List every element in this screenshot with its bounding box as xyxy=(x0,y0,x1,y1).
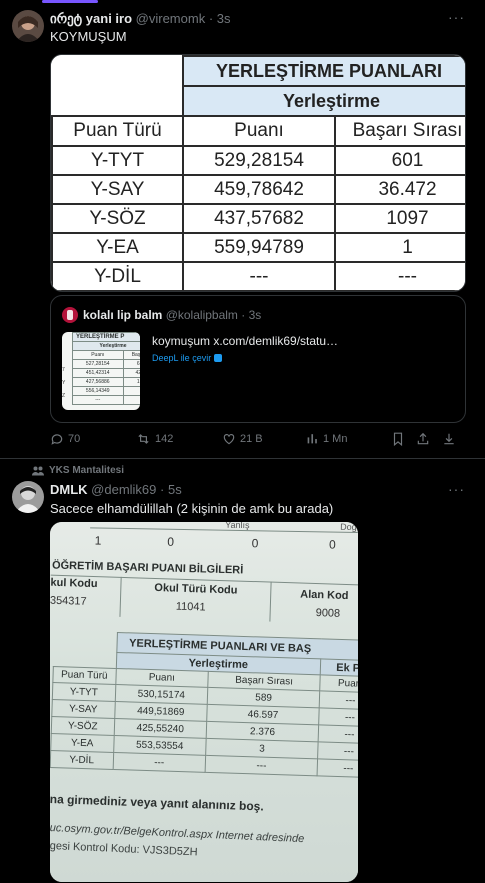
tweet-1[interactable]: ირეტ yani iro @viremomk · 3s ··· KOYMUŞU… xyxy=(0,0,485,458)
table-row: Y-DİL --- --- xyxy=(51,261,465,291)
analytics-icon xyxy=(307,434,317,444)
download-icon xyxy=(444,433,454,445)
photo-score-table: YERLEŞTİRME PUANLARI VE BAŞ Yerleştirme … xyxy=(50,630,358,778)
table-header-sub: Yerleştirme xyxy=(182,85,465,117)
timestamp[interactable]: · 5s xyxy=(160,482,182,497)
thumb-left-marks: 7 Y Z xyxy=(62,367,66,399)
table-header-main: YERLEŞTİRME PUANLARI xyxy=(182,55,465,87)
like-count: 21 B xyxy=(240,433,263,445)
quote-text: koymuşum x.com/demlik69/statu… xyxy=(152,334,339,348)
quote-header: kolalı lip balm @kolalipbalm · 3s xyxy=(83,308,261,322)
view-count: 1 Mn xyxy=(323,432,348,445)
like-button[interactable]: 21 B xyxy=(222,432,263,446)
retweet-count: 142 xyxy=(155,433,174,445)
table-row: Y-EA 559,94789 1 xyxy=(51,232,465,263)
col-header: Puan Türü xyxy=(51,115,184,147)
tweet-text: KOYMUŞUM xyxy=(50,29,127,44)
tweet-header: ირეტ yani iro @viremomk · 3s xyxy=(50,11,231,27)
col-header: Başarı Sırası xyxy=(334,115,465,147)
timestamp[interactable]: · 3s xyxy=(209,11,231,26)
share-button[interactable] xyxy=(416,432,430,446)
reply-icon xyxy=(51,434,63,445)
avatar[interactable] xyxy=(12,481,44,513)
more-options-icon[interactable]: ··· xyxy=(448,9,465,25)
tweet-text: Sacece elhamdülillah (2 kişinin de amk b… xyxy=(50,501,334,516)
quoted-tweet[interactable]: kolalı lip balm @kolalipbalm · 3s 7 Y Z … xyxy=(50,295,466,423)
translate-link[interactable]: DeepL ile çevir xyxy=(152,353,223,363)
quote-thumbnail[interactable]: 7 Y Z YERLEŞTİRME P Yerleştirme Puanı Baş… xyxy=(62,332,140,410)
share-icon xyxy=(417,432,429,445)
views-button[interactable]: 1 Mn xyxy=(306,432,347,445)
reply-count: 70 xyxy=(68,433,81,445)
quote-display-name[interactable]: kolalı lip balm xyxy=(83,308,162,322)
retweet-icon xyxy=(138,434,149,444)
social-context[interactable]: YKS Mantalitesi xyxy=(32,465,124,476)
heart-icon xyxy=(223,434,235,445)
tweet-image[interactable]: YERLEŞTİRME PUANLARI Yerleştirme Puan Tü… xyxy=(50,54,466,292)
community-icon xyxy=(32,466,44,475)
quote-timestamp[interactable]: · 3s xyxy=(241,308,261,322)
reply-button[interactable]: 70 xyxy=(50,432,80,446)
table-row: Y-SAY 459,78642 36.472 xyxy=(51,174,465,205)
bookmark-icon xyxy=(393,432,403,446)
handle[interactable]: @demlik69 xyxy=(91,482,156,497)
display-name[interactable]: DMLK xyxy=(50,482,88,497)
bookmark-button[interactable] xyxy=(392,432,404,446)
tweet-header: DMLK @demlik69 · 5s xyxy=(50,482,182,497)
quote-avatar[interactable] xyxy=(62,307,78,323)
tweet-2[interactable]: YKS Mantalitesi DMLK @demlik69 · 5s ··· … xyxy=(0,459,485,883)
download-button[interactable] xyxy=(442,432,456,446)
more-options-icon[interactable]: ··· xyxy=(448,481,465,497)
tweet-photo[interactable]: Yanlış Doğr 1 0 0 0 ÖĞRETİM BAŞARI PUANI… xyxy=(50,522,358,882)
photo-top-row: Yanlış Doğr 1 0 0 0 xyxy=(90,522,358,557)
handle[interactable]: @viremomk xyxy=(136,11,206,26)
avatar[interactable] xyxy=(12,10,44,42)
retweet-button[interactable]: 142 xyxy=(136,432,173,446)
display-name[interactable]: ირეტ yani iro xyxy=(50,11,132,26)
table-row: Y-SÖZ 437,57682 1097 xyxy=(51,203,465,234)
table-row: Y-TYT 529,28154 601 xyxy=(51,145,465,176)
score-table: YERLEŞTİRME PUANLARI Yerleştirme Puan Tü… xyxy=(51,55,465,291)
thumb-table: YERLEŞTİRME P Yerleştirme PuanıBaşar 527… xyxy=(72,332,140,405)
col-header: Puanı xyxy=(182,115,336,147)
quote-handle[interactable]: @kolalipbalm xyxy=(166,308,238,322)
deepl-icon xyxy=(214,354,223,362)
action-bar: 70 142 21 B 1 Mn xyxy=(50,432,464,448)
